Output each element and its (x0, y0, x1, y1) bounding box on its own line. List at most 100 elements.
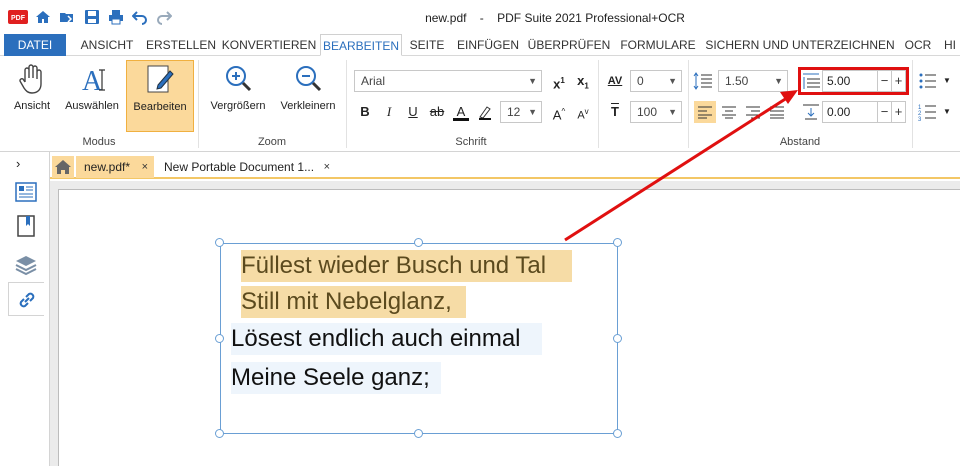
doc-tab-new-pdf[interactable]: new.pdf* × (76, 156, 154, 178)
chevron-down-icon: ▼ (528, 107, 537, 117)
numbered-list-icon[interactable]: 123 (918, 101, 940, 123)
resize-handle[interactable] (215, 429, 224, 438)
chevron-down-icon: ▼ (528, 76, 537, 86)
shrink-font-button[interactable]: Av (572, 101, 594, 123)
char-scale-select[interactable]: 100 ▼ (630, 101, 682, 123)
bullet-list-icon[interactable] (918, 70, 940, 92)
auswaehlen-button[interactable]: A Auswählen (62, 60, 122, 132)
char-scale-value: 100 (637, 105, 658, 119)
font-color-button[interactable]: A (450, 101, 472, 123)
bookmark-icon[interactable] (14, 214, 38, 238)
resize-handle[interactable] (215, 238, 224, 247)
svg-text:3: 3 (918, 117, 922, 123)
line-spacing-value: 1.50 (725, 74, 749, 88)
resize-handle[interactable] (414, 429, 423, 438)
title-filename: new.pdf (425, 11, 467, 25)
increment-button[interactable]: + (891, 102, 905, 122)
tab-datei[interactable]: DATEI (4, 34, 66, 56)
resize-handle[interactable] (414, 238, 423, 247)
bearbeiten-label: Bearbeiten (133, 101, 187, 113)
font-family-select[interactable]: Arial ▼ (354, 70, 542, 92)
grow-font-button[interactable]: A^ (548, 101, 570, 123)
tab-erstellen[interactable]: ERSTELLEN (144, 34, 218, 56)
char-spacing-icon: AV (607, 75, 623, 87)
highlighter-icon (479, 106, 491, 120)
zoom-out-icon (296, 66, 322, 92)
chevron-down-icon: ▼ (668, 107, 677, 117)
tab-bearbeiten[interactable]: BEARBEITEN (320, 34, 402, 56)
decrement-button[interactable]: − (877, 102, 891, 122)
subscript-button[interactable]: x1 (572, 70, 594, 92)
expand-panel-icon[interactable]: › (16, 156, 20, 171)
char-scale-icon: T (611, 104, 619, 119)
font-size-select[interactable]: 12 ▼ (500, 101, 542, 123)
text-line[interactable]: Füllest wieder Busch und Tal (241, 250, 572, 282)
chevron-down-icon[interactable]: ▼ (943, 107, 951, 116)
chevron-down-icon[interactable]: ▼ (943, 76, 951, 85)
group-divider (198, 60, 199, 148)
group-divider (598, 60, 599, 148)
align-center-button[interactable] (718, 101, 740, 123)
resize-handle[interactable] (613, 238, 622, 247)
text-line[interactable]: Meine Seele ganz; (231, 362, 441, 394)
tab-seite[interactable]: SEITE (404, 34, 450, 56)
char-spacing-value: 0 (637, 74, 644, 88)
bold-button[interactable]: B (354, 101, 376, 123)
underline-button[interactable]: U (402, 101, 424, 123)
align-left-button[interactable] (694, 101, 716, 123)
resize-handle[interactable] (613, 334, 622, 343)
zoom-in-icon (226, 66, 252, 92)
doc-tab-new-portable-document[interactable]: New Portable Document 1... × (156, 156, 336, 178)
tab-formulare[interactable]: FORMULARE (614, 34, 702, 56)
text-line[interactable]: Still mit Nebelglanz, (241, 286, 466, 318)
tab-konvertieren[interactable]: KONVERTIEREN (220, 34, 318, 56)
align-left-icon (698, 106, 712, 119)
title-app: PDF Suite 2021 Professional+OCR (497, 11, 685, 25)
doc-tab-label: New Portable Document 1... (164, 160, 315, 174)
line-spacing-select[interactable]: 1.50 ▼ (718, 70, 788, 92)
verkleinern-label: Verkleinern (280, 100, 336, 112)
links-panel-tab[interactable] (8, 282, 44, 316)
resize-handle[interactable] (215, 334, 224, 343)
layers-icon[interactable] (14, 252, 38, 276)
vergroessern-label: Vergrößern (210, 100, 266, 112)
char-spacing-select[interactable]: 0 ▼ (630, 70, 682, 92)
italic-button[interactable]: I (378, 101, 400, 123)
edit-document-icon (147, 65, 174, 93)
hand-icon (19, 64, 42, 94)
tab-einfuegen[interactable]: EINFÜGEN (452, 34, 524, 56)
title-bar: PDF new.pdf - PDF Suite 2021 Professiona… (0, 0, 960, 34)
ansicht-button[interactable]: Ansicht (6, 60, 58, 132)
thumbnails-icon[interactable] (14, 180, 38, 204)
align-justify-button[interactable] (766, 101, 788, 123)
highlight-color-button[interactable] (474, 101, 496, 123)
indent-field[interactable]: 0.00 − + (822, 101, 906, 123)
vergroessern-button[interactable]: Vergrößern (204, 60, 272, 132)
close-icon[interactable]: × (324, 156, 330, 178)
window-title: new.pdf - PDF Suite 2021 Professional+OC… (0, 11, 960, 25)
superscript-button[interactable]: x1 (548, 70, 570, 92)
home-tab[interactable] (52, 156, 74, 178)
text-line[interactable]: Lösest endlich auch einmal (231, 323, 542, 355)
align-center-icon (722, 106, 736, 119)
align-right-button[interactable] (742, 101, 764, 123)
tab-hilfe[interactable]: HI (940, 34, 960, 56)
schrift-group-label: Schrift (455, 136, 487, 148)
resize-handle[interactable] (613, 429, 622, 438)
close-icon[interactable]: × (142, 156, 148, 178)
tab-ocr[interactable]: OCR (898, 34, 938, 56)
text-select-icon: A (82, 66, 105, 96)
bearbeiten-button[interactable]: Bearbeiten (126, 60, 194, 132)
tab-ansicht[interactable]: ANSICHT (72, 34, 142, 56)
home-icon (55, 160, 71, 174)
verkleinern-button[interactable]: Verkleinern (274, 60, 342, 132)
strikethrough-button[interactable]: ab (426, 101, 448, 123)
tab-ueberpruefen[interactable]: ÜBERPRÜFEN (526, 34, 612, 56)
tab-sichern-und-unterzeichnen[interactable]: SICHERN UND UNTERZEICHNEN (704, 34, 896, 56)
zoom-group-label: Zoom (257, 136, 287, 148)
left-panel: › (0, 152, 50, 466)
group-divider (912, 60, 913, 148)
font-family-value: Arial (361, 74, 386, 88)
chevron-down-icon: ▼ (774, 76, 783, 86)
title-separator: - (479, 11, 484, 25)
